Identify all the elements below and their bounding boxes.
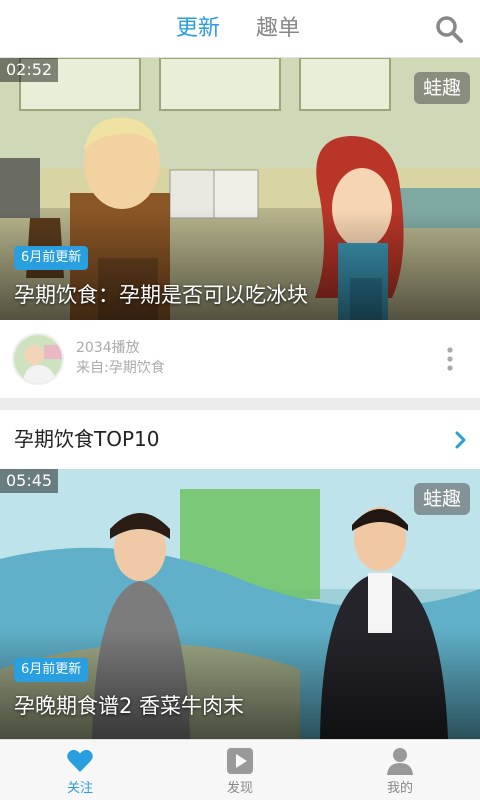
video-title[interactable]: 孕晚期食谱2 香菜牛肉末 bbox=[14, 691, 244, 721]
video-title[interactable]: 孕期饮食：孕期是否可以吃冰块 bbox=[14, 280, 308, 310]
top-header: 更新 趣单 bbox=[0, 0, 480, 58]
updated-badge: 6月前更新 bbox=[14, 658, 89, 682]
chevron-right-icon bbox=[455, 431, 466, 449]
updated-badge: 6月前更新 bbox=[14, 246, 89, 270]
video-watermark: 蛙趣 bbox=[413, 483, 470, 515]
video-source[interactable]: 来自:孕期饮食 bbox=[76, 359, 165, 377]
nav-discover[interactable]: 发现 bbox=[200, 740, 280, 800]
nav-label: 发现 bbox=[226, 781, 253, 796]
section-title: 孕期饮食TOP10 bbox=[14, 427, 160, 451]
nav-label: 关注 bbox=[66, 781, 93, 796]
heart-icon bbox=[67, 749, 93, 772]
avatar-image bbox=[14, 335, 62, 383]
nav-mine[interactable]: 我的 bbox=[360, 740, 440, 800]
play-icon bbox=[227, 748, 253, 774]
video-card-1[interactable]: 02:52 蛙趣 6月前更新 孕期饮食：孕期是否可以吃冰块 bbox=[0, 58, 480, 320]
user-icon bbox=[387, 748, 413, 775]
app-root: 更新 趣单 02:52 蛙趣 6月前更新 孕期饮食：孕期是否可以吃冰块 2034… bbox=[0, 0, 480, 800]
search-button[interactable] bbox=[434, 14, 464, 44]
tab-updates[interactable]: 更新 bbox=[176, 14, 220, 44]
more-options-button[interactable] bbox=[446, 346, 454, 372]
more-vertical-icon bbox=[447, 347, 453, 371]
tab-playlists[interactable]: 趣单 bbox=[256, 14, 300, 44]
search-icon bbox=[436, 16, 463, 43]
section-header[interactable]: 孕期饮食TOP10 bbox=[0, 410, 480, 469]
nav-label: 我的 bbox=[386, 781, 413, 796]
channel-avatar[interactable] bbox=[12, 333, 64, 385]
section-more-button[interactable] bbox=[454, 430, 468, 450]
video-card-2[interactable]: 05:45 蛙趣 6月前更新 孕晚期食谱2 香菜牛肉末 bbox=[0, 469, 480, 739]
nav-follow[interactable]: 关注 bbox=[40, 740, 120, 800]
video-duration: 05:45 bbox=[0, 469, 59, 493]
play-count: 2034播放 bbox=[76, 340, 140, 356]
video-info-row: 2034播放 来自:孕期饮食 bbox=[0, 320, 480, 398]
video-watermark: 蛙趣 bbox=[413, 72, 470, 104]
video-duration: 02:52 bbox=[0, 58, 59, 82]
bottom-nav: 关注 发现 我的 bbox=[0, 739, 480, 800]
video-shade bbox=[0, 629, 480, 739]
